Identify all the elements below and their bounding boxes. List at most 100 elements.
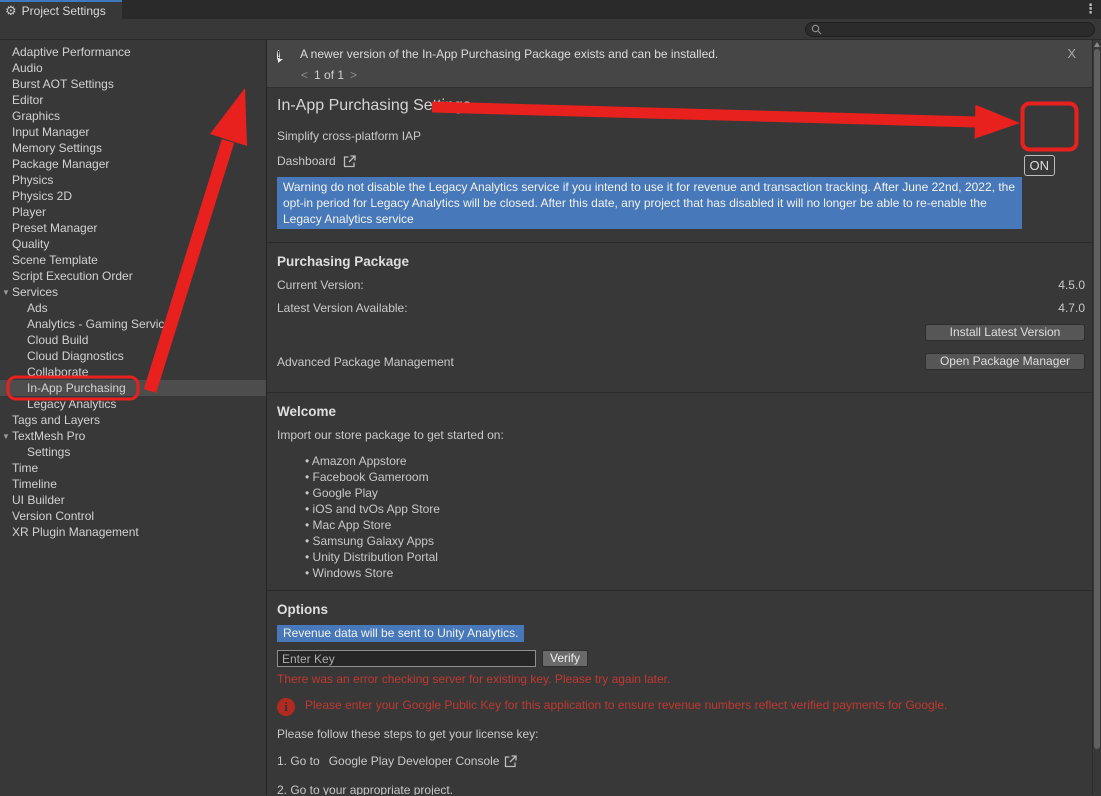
pager-next-icon[interactable]: > [350, 68, 357, 82]
sidebar-item-label: Physics 2D [12, 189, 72, 203]
sidebar-item[interactable]: ▼ Burst AOT Settings [0, 76, 266, 92]
sidebar-item-label: Graphics [12, 109, 60, 123]
dashboard-link[interactable]: Dashboard [277, 154, 356, 168]
tab-title: Project Settings [22, 4, 106, 18]
iap-toggle-on-button[interactable]: ON [1024, 155, 1056, 176]
store-list-item: Mac App Store [305, 517, 1085, 533]
iap-settings-panel: ! A newer version of the In-App Purchasi… [267, 40, 1092, 795]
sidebar-item-label: Scene Template [12, 253, 98, 267]
sidebar-item[interactable]: ▼ Settings [0, 444, 266, 460]
sidebar-item-label: XR Plugin Management [12, 525, 139, 539]
sidebar-item-label: Memory Settings [12, 141, 102, 155]
notification-message: A newer version of the In-App Purchasing… [300, 47, 718, 61]
options-section: Options Revenue data will be sent to Uni… [267, 591, 1092, 795]
subtitle-text: Simplify cross-platform IAP [277, 129, 1082, 143]
store-list-item: Samsung Galaxy Apps [305, 533, 1085, 549]
sidebar-item-label: Adaptive Performance [12, 45, 131, 59]
store-list: Amazon Appstore Facebook Gameroom Google… [305, 453, 1085, 581]
sidebar-item[interactable]: ▼ Collaborate [0, 364, 266, 380]
sidebar-item[interactable]: ▼ Scene Template [0, 252, 266, 268]
sidebar-item-label: Burst AOT Settings [12, 77, 114, 91]
foldout-arrow-icon[interactable]: ▼ [2, 429, 10, 445]
sidebar-item[interactable]: ▼ Input Manager [0, 124, 266, 140]
google-play-console-link[interactable]: Google Play Developer Console [329, 754, 500, 768]
store-list-item: Amazon Appstore [305, 453, 1085, 469]
pager-text: 1 of 1 [314, 68, 344, 82]
sidebar-item[interactable]: ▼ Services [0, 284, 266, 300]
store-list-item: Facebook Gameroom [305, 469, 1085, 485]
page-title: In-App Purchasing Settings [277, 97, 1082, 115]
sidebar-item[interactable]: ▼ In-App Purchasing [0, 380, 266, 396]
update-notification-banner: ! A newer version of the In-App Purchasi… [267, 40, 1092, 88]
section-heading: Welcome [277, 404, 1085, 419]
sidebar-item[interactable]: ▼ Package Manager [0, 156, 266, 172]
open-package-manager-button[interactable]: Open Package Manager [925, 353, 1085, 370]
pager-prev-icon[interactable]: < [301, 68, 308, 82]
install-latest-version-button[interactable]: Install Latest Version [925, 324, 1085, 341]
store-list-item: Windows Store [305, 565, 1085, 581]
sidebar-item-label: Version Control [12, 509, 94, 523]
sidebar-item[interactable]: ▼ TextMesh Pro [0, 428, 266, 444]
sidebar-item-label: Collaborate [27, 365, 88, 379]
sidebar-item[interactable]: ▼ Editor [0, 92, 266, 108]
sidebar-item[interactable]: ▼ Cloud Build [0, 332, 266, 348]
close-icon[interactable]: X [1067, 46, 1076, 61]
scrollbar-thumb[interactable] [1094, 49, 1100, 749]
section-heading: Purchasing Package [277, 254, 1085, 269]
sidebar-item-label: Services [12, 285, 58, 299]
sidebar-item[interactable]: ▼ Adaptive Performance [0, 44, 266, 60]
step1-prefix: 1. Go to [277, 754, 320, 768]
sidebar-item[interactable]: ▼ Graphics [0, 108, 266, 124]
scrollbar-up-arrow-icon[interactable] [1094, 42, 1100, 47]
section-heading: Options [277, 602, 1085, 617]
sidebar-item[interactable]: ▼ Preset Manager [0, 220, 266, 236]
search-field[interactable] [805, 22, 1095, 37]
notification-bubble-icon: ! [277, 47, 292, 61]
store-list-item: iOS and tvOs App Store [305, 501, 1085, 517]
sidebar-item[interactable]: ▼ Physics [0, 172, 266, 188]
sidebar-item[interactable]: ▼ Time [0, 460, 266, 476]
sidebar-item[interactable]: ▼ Quality [0, 236, 266, 252]
sidebar-item[interactable]: ▼ Memory Settings [0, 140, 266, 156]
settings-sidebar: ▼ Adaptive Performance ▼ Audio ▼ Burst A… [0, 40, 267, 795]
sidebar-item[interactable]: ▼ Cloud Diagnostics [0, 348, 266, 364]
sidebar-item-label: Cloud Diagnostics [27, 349, 124, 363]
welcome-intro: Import our store package to get started … [277, 428, 1085, 442]
store-list-item: Google Play [305, 485, 1085, 501]
google-key-input[interactable] [277, 650, 536, 667]
sidebar-item[interactable]: ▼ Analytics - Gaming Services [0, 316, 266, 332]
sidebar-item[interactable]: ▼ Audio [0, 60, 266, 76]
sidebar-item[interactable]: ▼ Physics 2D [0, 188, 266, 204]
server-error-message: There was an error checking server for e… [277, 672, 1085, 686]
tab-project-settings[interactable]: ⚙ Project Settings [0, 0, 122, 19]
sidebar-item-label: TextMesh Pro [12, 429, 85, 443]
sidebar-item[interactable]: ▼ Script Execution Order [0, 268, 266, 284]
license-step-1: 1. Go to Google Play Developer Console [277, 754, 1085, 768]
search-icon [811, 24, 822, 35]
sidebar-item[interactable]: ▼ Legacy Analytics [0, 396, 266, 412]
settings-toolbar [0, 19, 1101, 40]
sidebar-item[interactable]: ▼ Player [0, 204, 266, 220]
sidebar-item-label: Cloud Build [27, 333, 88, 347]
foldout-arrow-icon[interactable]: ▼ [2, 285, 10, 301]
sidebar-item-label: Audio [12, 61, 43, 75]
sidebar-item-label: Analytics - Gaming Services [27, 317, 177, 331]
sidebar-item[interactable]: ▼ Timeline [0, 476, 266, 492]
advanced-package-management-label: Advanced Package Management [277, 355, 454, 369]
sidebar-item[interactable]: ▼ Tags and Layers [0, 412, 266, 428]
kebab-menu-icon[interactable]: ⋮ [1084, 1, 1097, 17]
sidebar-item[interactable]: ▼ XR Plugin Management [0, 524, 266, 540]
sidebar-item-label: Timeline [12, 477, 57, 491]
vertical-scrollbar[interactable] [1092, 40, 1101, 795]
verify-button[interactable]: Verify [542, 650, 588, 667]
current-version-label: Current Version: [277, 278, 364, 292]
license-steps-intro: Please follow these steps to get your li… [277, 727, 1085, 741]
sidebar-item[interactable]: ▼ Version Control [0, 508, 266, 524]
sidebar-item[interactable]: ▼ Ads [0, 300, 266, 316]
sidebar-item-label: Input Manager [12, 125, 89, 139]
sidebar-item-label: Package Manager [12, 157, 109, 171]
sidebar-item[interactable]: ▼ UI Builder [0, 492, 266, 508]
search-input[interactable] [822, 24, 1082, 36]
sidebar-item-label: Settings [27, 445, 70, 459]
latest-version-label: Latest Version Available: [277, 301, 408, 315]
